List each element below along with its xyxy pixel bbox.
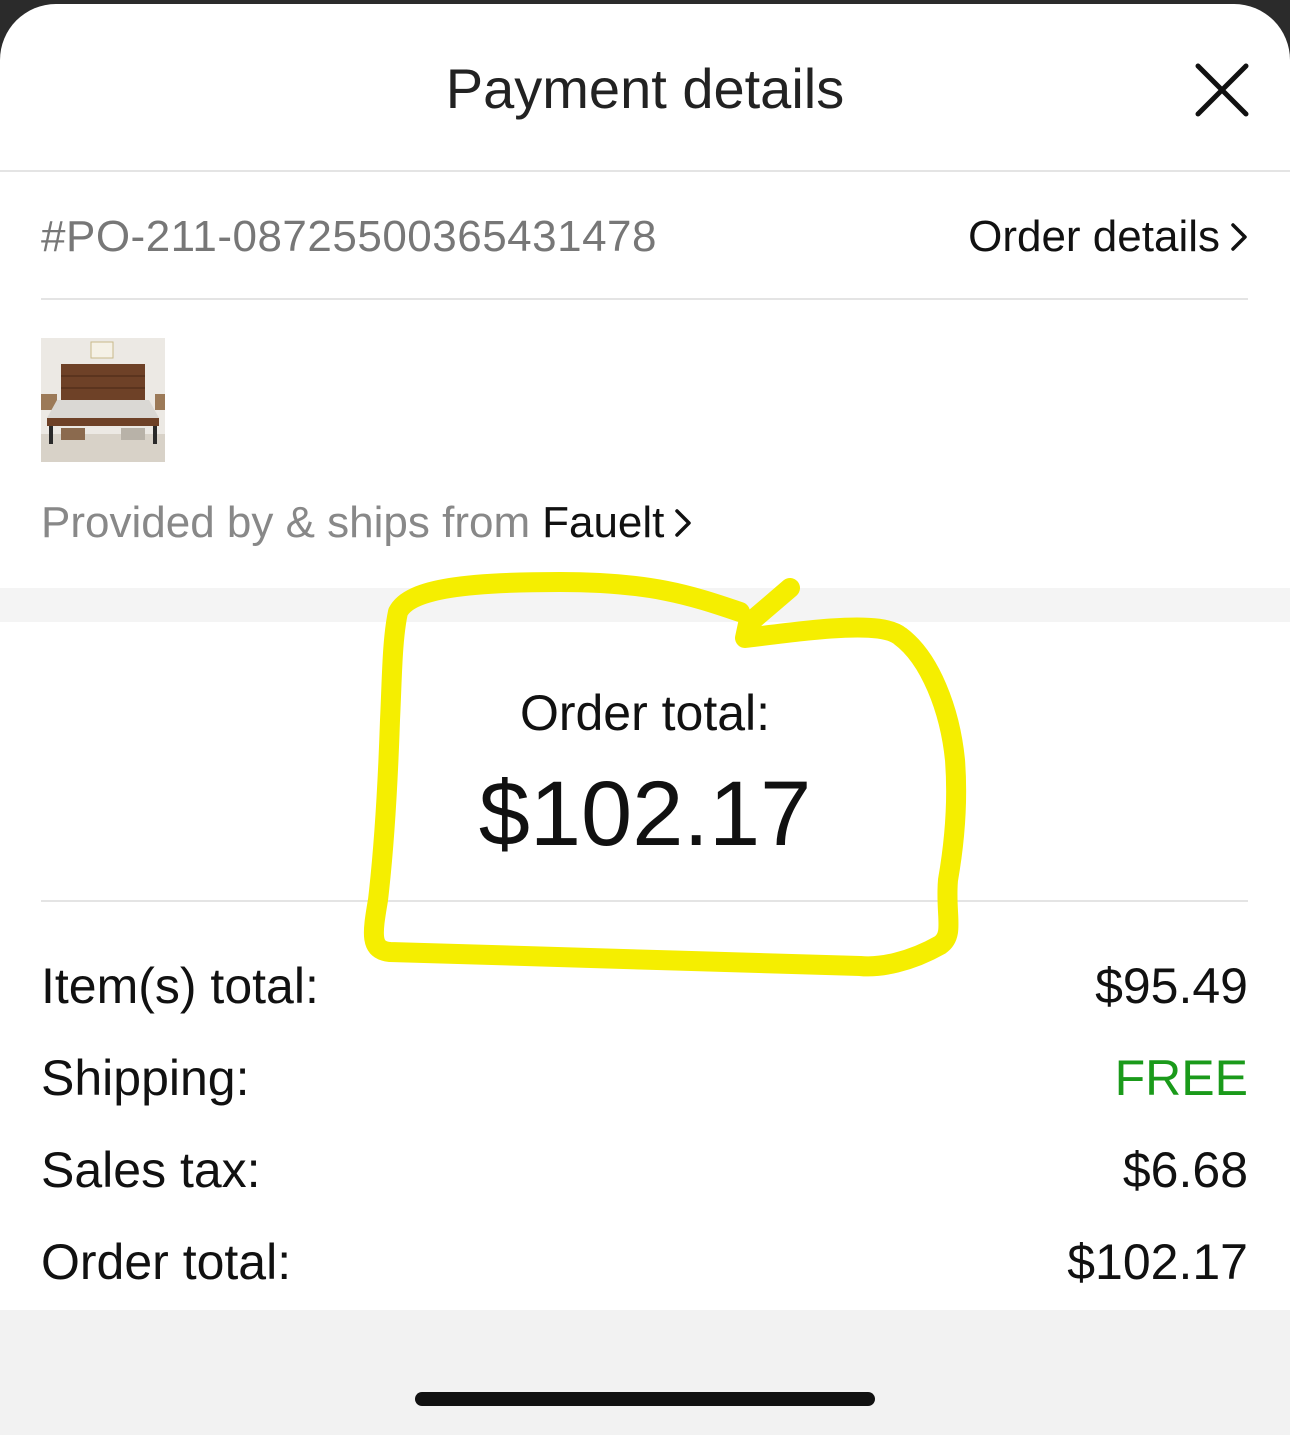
row-value: $6.68 — [1122, 1142, 1248, 1198]
order-total-highlight: Order total: $102.17 — [0, 622, 1290, 902]
section-divider-band — [0, 588, 1290, 622]
row-value: $95.49 — [1095, 958, 1248, 1014]
chevron-right-icon — [1231, 223, 1247, 251]
product-thumbnail[interactable] — [41, 338, 165, 462]
row-value: FREE — [1114, 1050, 1248, 1106]
close-icon[interactable] — [1192, 60, 1252, 120]
page-title: Payment details — [445, 57, 845, 120]
payment-details-sheet: Payment details #PO-211-0872550036543147… — [0, 4, 1290, 1435]
order-total-label: Order total: — [519, 685, 771, 741]
summary-row-order-total: Order total: $102.17 — [41, 1216, 1248, 1308]
bed-frame-image — [41, 338, 165, 462]
row-label: Order total: — [41, 1234, 292, 1290]
order-details-link[interactable]: Order details — [968, 212, 1248, 262]
sheet-header: Payment details — [0, 4, 1290, 172]
summary-row-shipping: Shipping: FREE — [41, 1032, 1248, 1124]
row-label: Item(s) total: — [41, 958, 319, 1014]
seller-prefix: Provided by & ships from — [41, 498, 531, 547]
order-number: #PO-211-08725500365431478 — [41, 212, 657, 261]
price-summary: Item(s) total: $95.49 Shipping: FREE Sal… — [41, 940, 1248, 1308]
chevron-right-icon — [675, 509, 692, 537]
order-total-amount: $102.17 — [478, 763, 812, 865]
seller-name[interactable]: Fauelt — [542, 498, 664, 548]
order-details-label: Order details — [968, 212, 1220, 261]
summary-divider — [41, 900, 1248, 902]
order-id-row: #PO-211-08725500365431478 Order details — [41, 172, 1248, 300]
summary-row-sales-tax: Sales tax: $6.68 — [41, 1124, 1248, 1216]
row-label: Shipping: — [41, 1050, 250, 1106]
row-value: $102.17 — [1067, 1234, 1248, 1290]
seller-line[interactable]: Provided by & ships from Fauelt — [41, 498, 692, 548]
row-label: Sales tax: — [41, 1142, 261, 1198]
summary-row-items-total: Item(s) total: $95.49 — [41, 940, 1248, 1032]
bottom-safe-area — [0, 1310, 1290, 1435]
home-indicator[interactable] — [415, 1392, 875, 1406]
